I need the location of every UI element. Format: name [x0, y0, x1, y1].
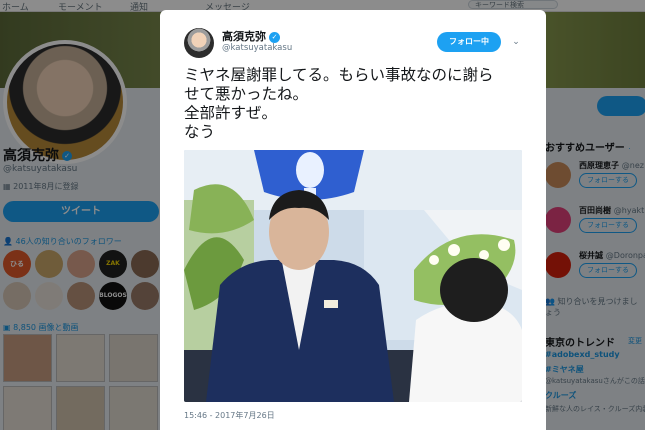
tweet-text-line: 全部許すぜ。: [184, 104, 278, 122]
tweet-text-line: なう: [184, 123, 216, 141]
tweet-text: ミヤネ屋謝罪してる。もらい事故なのに謝ら せて悪かったね。 全部許すぜ。 なう: [184, 66, 529, 142]
tweet-text-line: せて悪かったね。: [184, 85, 309, 103]
tweet-author-name: 高須克弥: [222, 30, 266, 43]
tweet-author-name-row[interactable]: 高須克弥 ✓: [222, 28, 280, 44]
tweet-author-avatar[interactable]: [184, 28, 214, 58]
following-button[interactable]: フォロー中: [437, 32, 501, 52]
tweet-author-handle[interactable]: @katsuyatakasu: [222, 43, 292, 53]
tweet-timestamp[interactable]: 15:46 - 2017年7月26日: [184, 410, 275, 421]
tweet-text-line: ミヤネ屋謝罪してる。もらい事故なのに謝ら: [184, 66, 494, 84]
verified-badge-icon: ✓: [269, 31, 280, 43]
tweet-modal: 高須克弥 ✓ @katsuyatakasu フォロー中 ⌄ ミヤネ屋謝罪してる。も…: [160, 10, 546, 430]
tweet-photo[interactable]: [184, 150, 522, 402]
tweet-photo-image: [184, 150, 522, 402]
chevron-down-icon[interactable]: ⌄: [510, 36, 522, 48]
